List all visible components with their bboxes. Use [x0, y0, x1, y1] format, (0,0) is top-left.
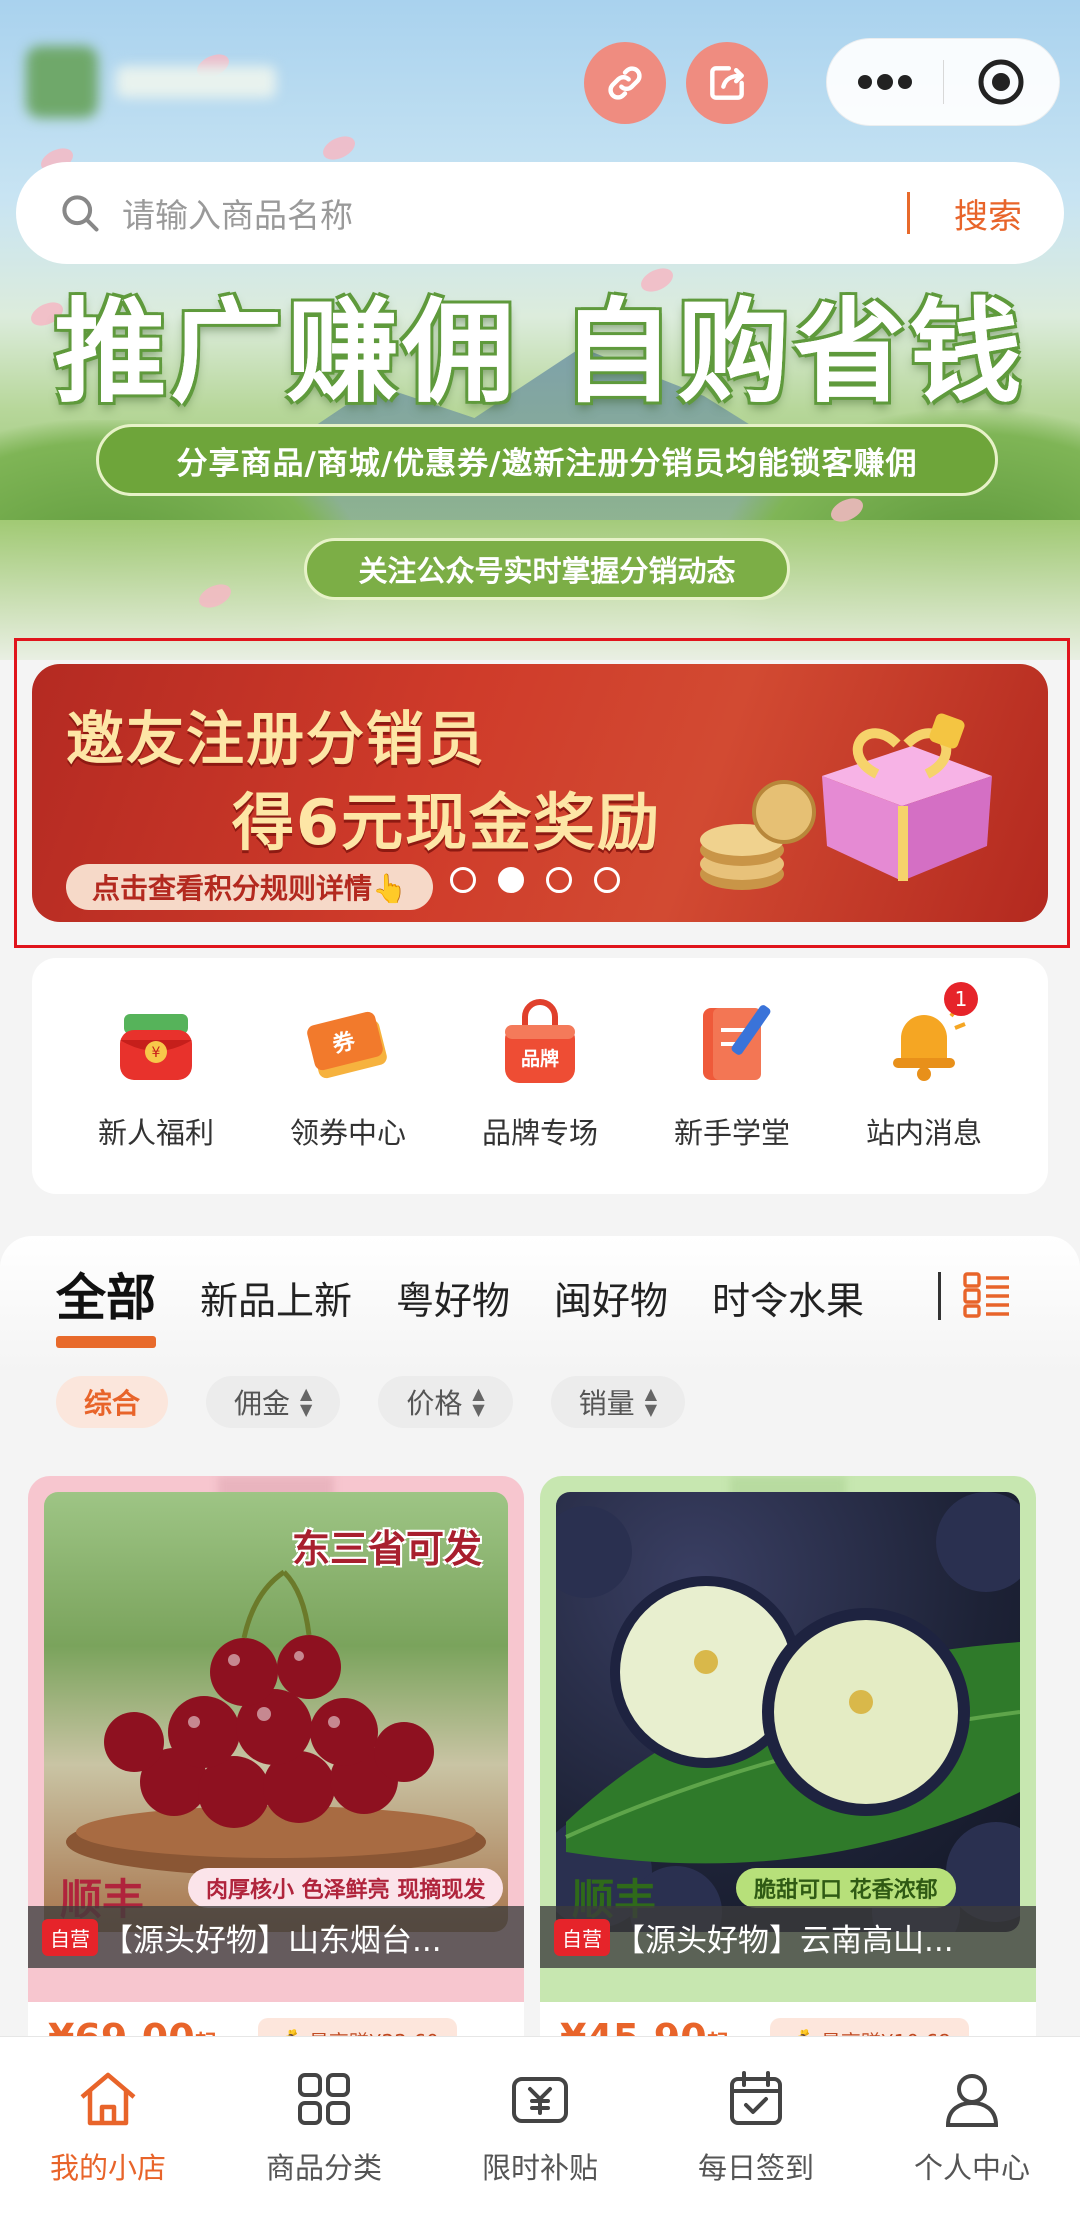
category-list-icon[interactable]: [962, 1270, 1012, 1320]
quick-item-newcomer-benefits[interactable]: ¥ 新人福利: [76, 992, 236, 1172]
brand-bag-icon: 品牌: [490, 992, 590, 1092]
bell-icon: 1: [874, 982, 978, 1092]
category-grid-icon: [298, 2073, 350, 2125]
quick-item-coupon-center[interactable]: 券 领券中心: [268, 992, 428, 1172]
store-brand: [26, 40, 296, 124]
tabs-divider: [938, 1272, 941, 1320]
product-card[interactable]: 东三省可发 顺丰 肉厚核小 色泽鲜亮 现摘现发 自营 【源头好物】山东烟台...: [28, 1476, 524, 2036]
quick-item-label: 站内消息: [865, 1116, 982, 1150]
quick-item-label: 领券中心: [289, 1116, 406, 1150]
nav-label: 我的小店: [49, 2151, 166, 2185]
follow-official-account-tagline: 关注公众号实时掌握分销动态: [304, 538, 790, 600]
close-mini-program-button[interactable]: [944, 39, 1060, 125]
nav-label: 个人中心: [913, 2151, 1030, 2185]
product-title-bar: 自营 【源头好物】山东烟台...: [28, 1906, 524, 1968]
hero-headline: 推广赚佣 自购省钱: [54, 288, 1026, 418]
sort-arrows-icon: ▲ ▼: [300, 1384, 313, 1419]
shipping-region-label: 东三省可发: [291, 1527, 482, 1571]
nav-label: 商品分类: [265, 2151, 382, 2185]
svg-text:品牌: 品牌: [521, 1047, 559, 1070]
search-input[interactable]: 请输入商品名称: [122, 189, 907, 237]
more-button[interactable]: [827, 39, 943, 125]
sort-price[interactable]: 价格 ▲ ▼: [378, 1376, 513, 1428]
search-icon: [62, 195, 99, 232]
nav-categories[interactable]: 商品分类: [216, 2037, 432, 2214]
product-selling-point: 脆甜可口 花香浓郁: [736, 1868, 956, 1908]
search-button[interactable]: 搜索: [954, 189, 1022, 238]
link-icon: [608, 66, 642, 100]
tab-new-arrivals[interactable]: 新品上新: [200, 1258, 352, 1325]
sort-arrows-icon: ▲ ▼: [472, 1384, 485, 1419]
red-envelope-icon: ¥: [106, 992, 206, 1092]
nav-limited-subsidy[interactable]: 限时补贴: [432, 2037, 648, 2214]
carousel-indicator: [450, 867, 620, 893]
tab-guangdong-goods[interactable]: 粤好物: [396, 1258, 510, 1325]
share-button[interactable]: [686, 42, 768, 124]
quick-item-site-messages[interactable]: 1 站内消息: [844, 982, 1004, 1172]
search-divider: [907, 192, 910, 234]
quick-menu: ¥ 新人福利 券 领券中心 品牌 品牌专场 新手学堂 1 站内消息: [32, 958, 1048, 1194]
promo-line-2: 得6元现金奖励: [232, 786, 662, 859]
share-icon: [710, 66, 744, 100]
carousel-dot[interactable]: [450, 867, 476, 893]
sort-label: 价格: [406, 1387, 463, 1420]
quick-item-beginner-school[interactable]: 新手学堂: [652, 992, 812, 1172]
sort-commission[interactable]: 佣金 ▲ ▼: [206, 1376, 341, 1428]
bottom-navigation: 我的小店 商品分类 限时补贴 每日签到 个人中心: [0, 2036, 1080, 2214]
calendar-check-icon: [730, 2071, 782, 2125]
quick-item-brand-zone[interactable]: 品牌 品牌专场: [460, 992, 620, 1172]
home-icon: [80, 2072, 136, 2126]
store-logo: [26, 46, 98, 118]
category-tabs: 全部 新品上新 粤好物 闽好物 时令水果: [56, 1258, 908, 1348]
sort-arrows-icon: ▲ ▼: [644, 1384, 657, 1419]
product-card[interactable]: 顺丰 脆甜可口 花香浓郁 自营 【源头好物】云南高山...: [540, 1476, 1036, 2036]
product-title-bar: 自营 【源头好物】云南高山...: [540, 1906, 1036, 1968]
carousel-dot-active[interactable]: [498, 867, 524, 893]
nav-daily-checkin[interactable]: 每日签到: [648, 2037, 864, 2214]
sort-label: 佣金: [234, 1387, 291, 1420]
svg-text:¥: ¥: [152, 1045, 161, 1061]
quick-item-label: 品牌专场: [481, 1116, 598, 1150]
tab-fujian-goods[interactable]: 闽好物: [554, 1258, 668, 1325]
carousel-dot[interactable]: [594, 867, 620, 893]
mini-program-capsule: [826, 38, 1060, 126]
sort-label: 综合: [84, 1387, 141, 1420]
target-close-icon: [978, 59, 1024, 105]
quick-item-label: 新人福利: [97, 1116, 214, 1150]
link-button[interactable]: [584, 42, 666, 124]
self-operated-tag: 自营: [42, 1918, 98, 1956]
promo-line-1: 邀友注册分销员: [66, 705, 487, 773]
nav-label: 每日签到: [697, 2151, 814, 2185]
sort-sales[interactable]: 销量 ▲ ▼: [550, 1376, 685, 1428]
unread-badge: 1: [944, 982, 978, 1016]
product-selling-point: 肉厚核小 色泽鲜亮 现摘现发: [188, 1868, 504, 1908]
nav-my-shop[interactable]: 我的小店: [0, 2037, 216, 2214]
self-operated-tag: 自营: [554, 1918, 610, 1956]
product-title[interactable]: 【源头好物】山东烟台...: [102, 1915, 522, 1960]
search-bar[interactable]: 请输入商品名称 搜索: [16, 162, 1064, 264]
product-title[interactable]: 【源头好物】云南高山...: [614, 1915, 1034, 1960]
user-icon: [945, 2074, 999, 2127]
tab-all[interactable]: 全部: [56, 1258, 156, 1348]
nav-label: 限时补贴: [481, 2151, 598, 2185]
store-name: [116, 66, 276, 98]
petal-decoration: [319, 131, 359, 165]
sort-label: 销量: [578, 1387, 635, 1420]
subsidy-icon: [512, 2077, 568, 2123]
gift-box-icon: [822, 713, 992, 881]
coupon-icon: 券: [298, 992, 398, 1092]
more-dots-icon: [857, 74, 912, 90]
hero-tagline: 分享商品/商城/优惠券/邀新注册分销员均能锁客赚佣: [96, 424, 998, 496]
sort-comprehensive[interactable]: 综合: [56, 1376, 169, 1428]
quick-item-label: 新手学堂: [673, 1116, 790, 1150]
nav-personal-center[interactable]: 个人中心: [864, 2037, 1080, 2214]
sort-options: 综合 佣金 ▲ ▼ 价格 ▲ ▼ 销量 ▲ ▼: [56, 1376, 685, 1428]
tab-seasonal-fruit[interactable]: 时令水果: [712, 1258, 864, 1325]
points-rule-button[interactable]: 点击查看积分规则详情👆: [66, 864, 433, 910]
notebook-icon: [682, 992, 782, 1092]
carousel-dot[interactable]: [546, 867, 572, 893]
